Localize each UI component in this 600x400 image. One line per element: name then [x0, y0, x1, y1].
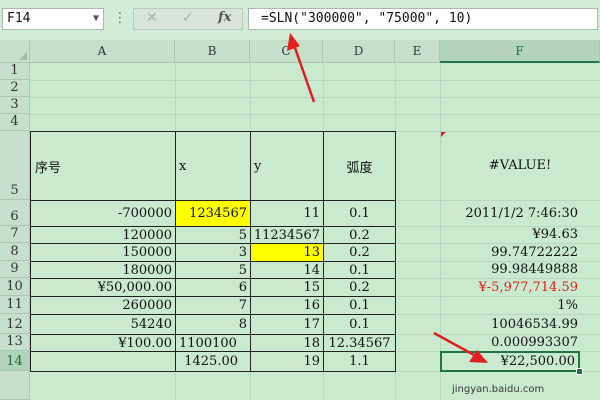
formula-input[interactable]: =SLN("300000", "75000", 10): [248, 8, 598, 30]
table-cell[interactable]: 99.74722222: [440, 243, 600, 261]
table-cell[interactable]: 14: [250, 261, 324, 279]
table-cell[interactable]: 15: [250, 278, 324, 297]
table-cell[interactable]: 16: [250, 296, 324, 315]
table-cell[interactable]: 0.2: [323, 226, 396, 244]
table-cell[interactable]: 13: [250, 243, 324, 262]
table-cell[interactable]: 2011/1/2 7:46:30: [440, 200, 600, 226]
row-header-14[interactable]: 14: [0, 351, 30, 371]
row-header-9[interactable]: 9: [0, 261, 30, 278]
row-header-2[interactable]: 2: [0, 80, 30, 97]
cancel-icon[interactable]: ✕: [146, 10, 158, 26]
table-cell[interactable]: 19: [250, 351, 324, 372]
table-cell[interactable]: 1100100: [175, 334, 251, 352]
table-cell[interactable]: 99.98449888: [440, 261, 600, 278]
table-cell[interactable]: 1.1: [323, 351, 396, 372]
table-cell[interactable]: 5: [175, 226, 251, 244]
table-cell[interactable]: 1425.00: [175, 351, 251, 372]
error-indicator-icon: [441, 132, 446, 137]
table-cell[interactable]: 17: [250, 314, 324, 335]
row-header-4[interactable]: 4: [0, 114, 30, 131]
table-cell[interactable]: 0.000993307: [440, 334, 600, 351]
column-header-c[interactable]: C: [250, 40, 323, 63]
row-header-6[interactable]: 6: [0, 200, 30, 226]
row-header-8[interactable]: 8: [0, 243, 30, 261]
watermark: jingyan.baidu.com: [452, 384, 545, 395]
header-cell-b[interactable]: x: [175, 131, 251, 201]
table-cell[interactable]: 0.1: [323, 296, 396, 315]
fill-handle[interactable]: [576, 368, 583, 375]
name-box-value: F14: [7, 11, 31, 26]
table-cell[interactable]: 150000: [30, 243, 176, 262]
table-cell[interactable]: ¥50,000.00: [30, 278, 176, 297]
row-header-15[interactable]: [0, 371, 30, 400]
header-cell-d[interactable]: 弧度: [323, 131, 396, 201]
table-cell[interactable]: 1%: [440, 296, 600, 314]
table-cell[interactable]: 0.2: [323, 243, 396, 262]
table-cell[interactable]: 18: [250, 334, 324, 352]
select-all-button[interactable]: [0, 40, 30, 63]
table-cell[interactable]: ¥94.63: [440, 226, 600, 243]
row-header-12[interactable]: 12: [0, 314, 30, 334]
chevron-down-icon[interactable]: ▼: [93, 9, 99, 29]
more-options-icon[interactable]: ⋮: [113, 10, 127, 26]
row-header-10[interactable]: 10: [0, 278, 30, 296]
table-cell[interactable]: 10046534.99: [440, 314, 600, 334]
table-cell[interactable]: 7: [175, 296, 251, 315]
table-cell[interactable]: -700000: [30, 200, 176, 227]
table-cell[interactable]: 0.1: [323, 261, 396, 279]
table-cell[interactable]: ¥-5,977,714.59: [440, 278, 600, 296]
sheet-grid[interactable]: 序号 x y 弧度 #VALUE! -700000 1234567 11 0.1…: [30, 63, 600, 400]
table-cell[interactable]: 54240: [30, 314, 176, 335]
active-cell-f14[interactable]: ¥22,500.00: [440, 351, 580, 372]
insert-function-icon[interactable]: fx: [218, 10, 231, 25]
row-header-1[interactable]: 1: [0, 63, 30, 80]
row-header-5[interactable]: 5: [0, 131, 30, 200]
enter-icon[interactable]: ✓: [182, 10, 194, 26]
row-header-3[interactable]: 3: [0, 97, 30, 114]
table-cell[interactable]: 5: [175, 261, 251, 279]
table-cell[interactable]: ¥100.00: [30, 334, 176, 352]
formula-buttons: ✕ ✓ fx: [133, 8, 243, 30]
row-header-11[interactable]: 11: [0, 296, 30, 314]
table-cell[interactable]: 3: [175, 243, 251, 262]
table-cell[interactable]: 6: [175, 278, 251, 297]
table-cell[interactable]: 11: [250, 200, 324, 227]
column-header-e[interactable]: E: [395, 40, 440, 63]
table-cell[interactable]: 8: [175, 314, 251, 335]
row-header-7[interactable]: 7: [0, 226, 30, 243]
name-box[interactable]: F14 ▼: [2, 8, 104, 30]
header-cell-a[interactable]: 序号: [30, 131, 176, 201]
column-header-b[interactable]: B: [175, 40, 250, 63]
table-cell[interactable]: 1234567: [175, 200, 251, 227]
table-cell[interactable]: 12.34567: [323, 334, 396, 352]
table-cell[interactable]: 180000: [30, 261, 176, 279]
table-cell[interactable]: 120000: [30, 226, 176, 244]
table-cell[interactable]: 11234567: [250, 226, 324, 244]
table-cell[interactable]: 0.1: [323, 200, 396, 227]
column-header-d[interactable]: D: [323, 40, 395, 63]
table-cell[interactable]: [30, 351, 176, 372]
header-cell-f[interactable]: #VALUE!: [440, 131, 600, 200]
header-cell-c[interactable]: y: [250, 131, 324, 201]
table-cell[interactable]: 0.2: [323, 278, 396, 297]
column-header-a[interactable]: A: [30, 40, 175, 63]
table-cell[interactable]: 260000: [30, 296, 176, 315]
column-header-f[interactable]: F: [440, 40, 600, 63]
formula-bar: F14 ▼ ⋮ ✕ ✓ fx =SLN("300000", "75000", 1…: [0, 0, 600, 40]
row-header-13[interactable]: 13: [0, 334, 30, 351]
table-cell[interactable]: 0.1: [323, 314, 396, 335]
